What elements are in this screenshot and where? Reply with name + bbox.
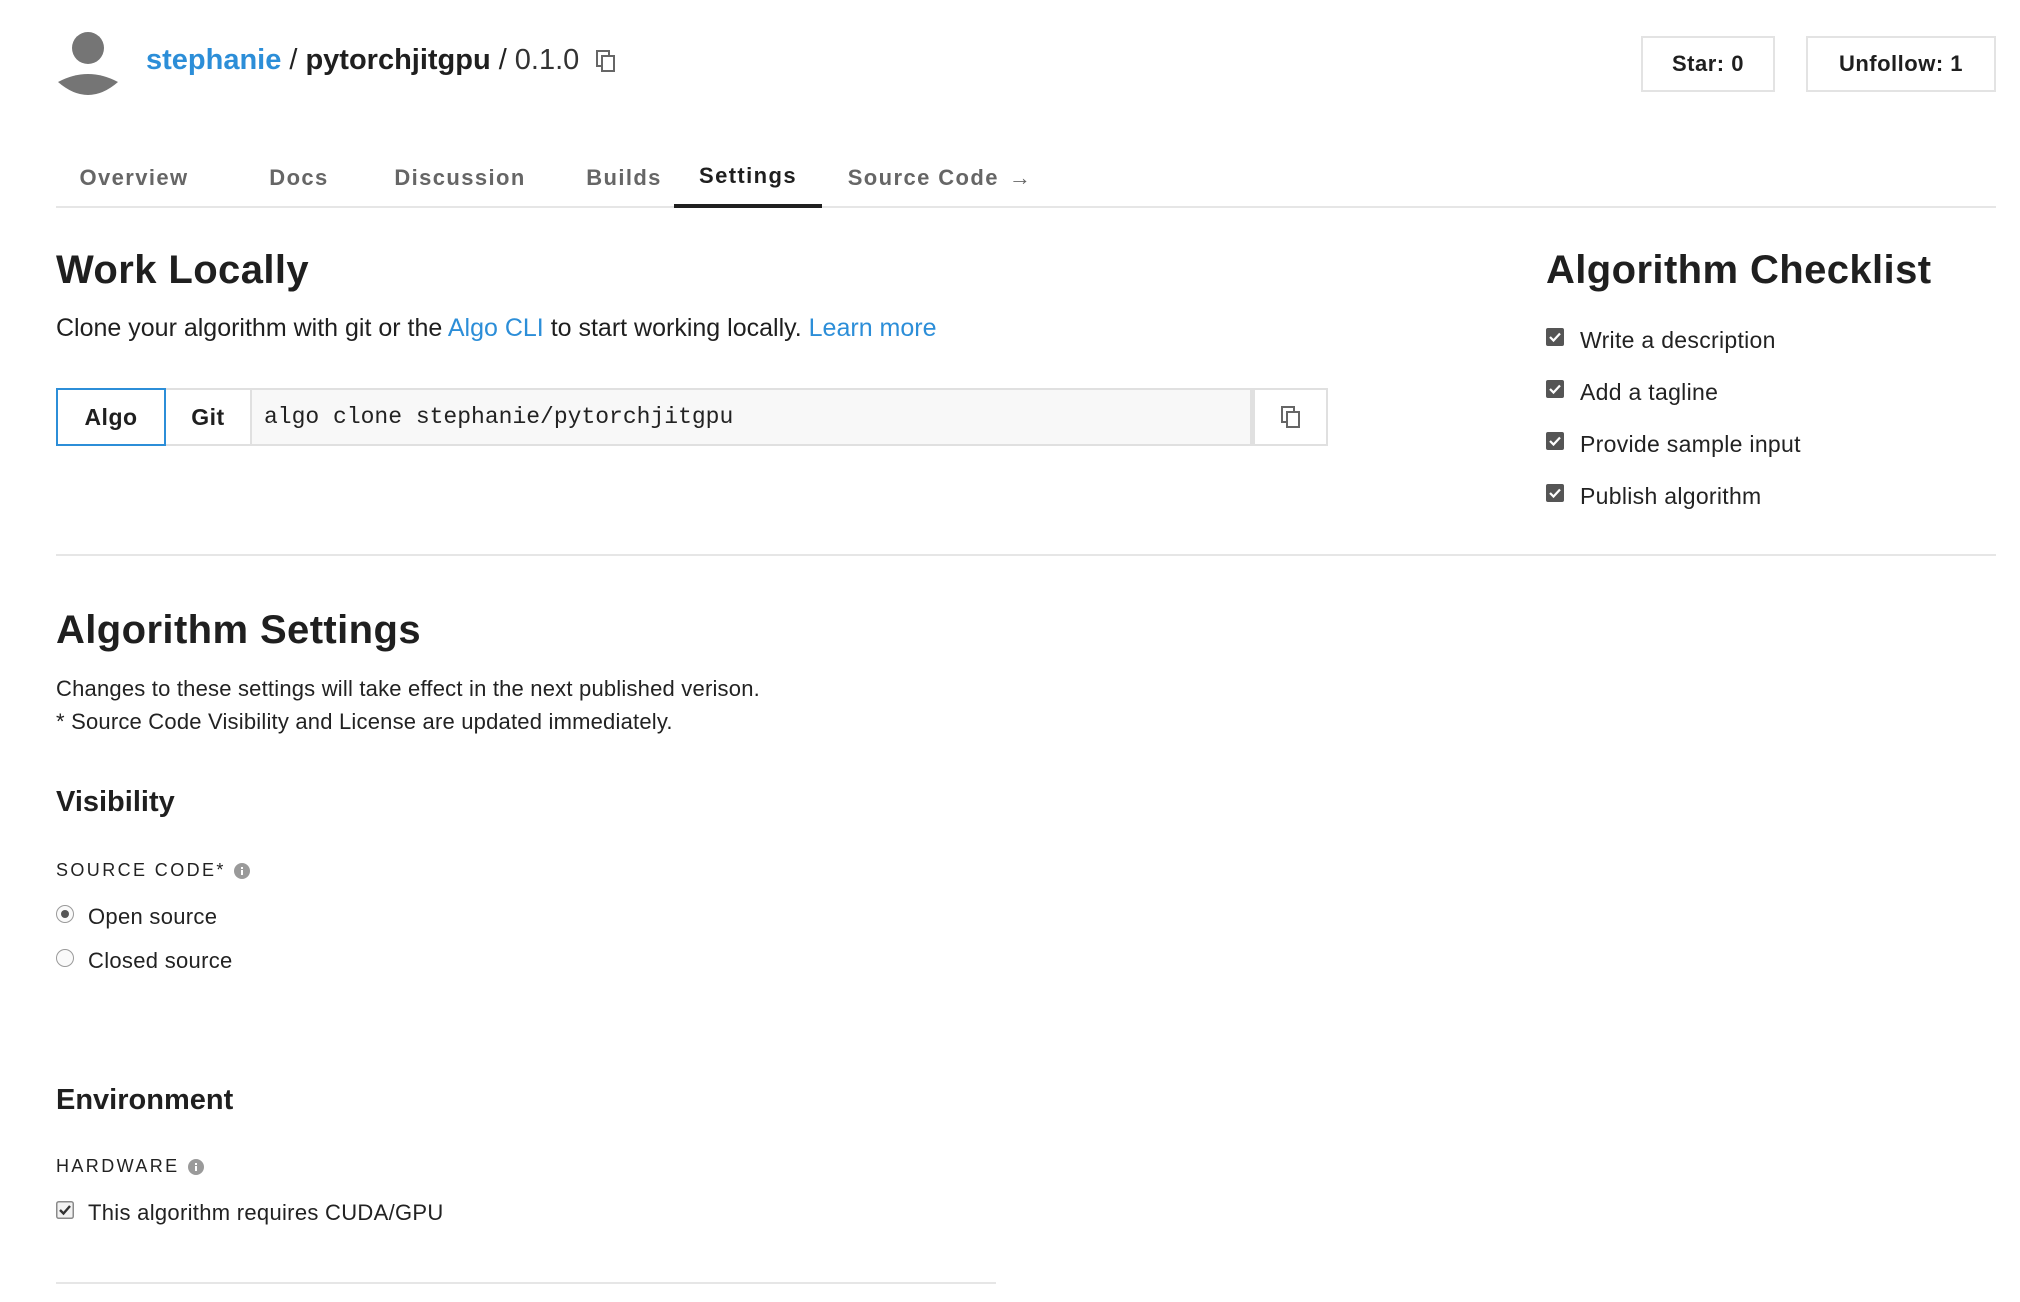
radio-label: Open source — [88, 904, 218, 929]
clone-command-input[interactable] — [252, 388, 1252, 446]
algorithm-settings-title: Algorithm Settings — [56, 608, 421, 652]
tab-settings[interactable]: Settings — [674, 148, 822, 208]
settings-desc-line: Changes to these settings will take effe… — [56, 676, 760, 701]
visibility-title: Visibility — [56, 786, 175, 818]
checkbox-checked-icon — [1546, 328, 1564, 346]
algorithm-settings-description: Changes to these settings will take effe… — [56, 672, 760, 738]
copy-command-button[interactable] — [1252, 388, 1328, 446]
work-locally-description: Clone your algorithm with git or the Alg… — [56, 314, 937, 343]
algo-cli-link[interactable]: Algo CLI — [448, 314, 544, 342]
gpu-checkbox[interactable] — [56, 1201, 74, 1219]
section-divider — [56, 1282, 996, 1284]
unfollow-button[interactable]: Unfollow: 1 — [1806, 36, 1996, 92]
algo-clone-button[interactable]: Algo — [56, 388, 166, 446]
copy-icon[interactable] — [595, 49, 617, 73]
info-icon[interactable] — [233, 862, 250, 879]
section-divider — [56, 554, 1996, 556]
owner-link[interactable]: stephanie — [146, 44, 281, 77]
checklist-item-label: Publish algorithm — [1580, 482, 1762, 509]
copy-icon — [1280, 406, 1300, 428]
source-code-label-text: SOURCE CODE* — [56, 860, 226, 880]
checklist-item-label: Add a tagline — [1580, 378, 1719, 405]
radio-open-source[interactable]: Open source — [56, 904, 217, 930]
user-avatar-icon[interactable] — [56, 32, 120, 98]
checklist-item-label: Provide sample input — [1580, 430, 1801, 457]
tab-discussion[interactable]: Discussion — [374, 148, 546, 208]
work-locally-title: Work Locally — [56, 248, 310, 292]
checklist-item-label: Write a description — [1580, 326, 1776, 353]
radio-label: Closed source — [88, 948, 233, 973]
clone-command-group: Algo Git — [56, 388, 1328, 446]
checklist-item: Add a tagline — [1546, 366, 1801, 418]
hardware-label-text: HARDWARE — [56, 1156, 180, 1176]
learn-more-link[interactable]: Learn more — [809, 314, 937, 342]
arrow-right-icon: → — [1008, 165, 1033, 190]
checklist-item: Provide sample input — [1546, 418, 1801, 470]
checklist-title: Algorithm Checklist — [1546, 248, 1932, 292]
algorithm-version: 0.1.0 — [514, 44, 580, 76]
tab-bar: Overview Docs Discussion Builds Settings… — [56, 148, 1996, 208]
star-button[interactable]: Star: 0 — [1641, 36, 1775, 92]
tab-builds[interactable]: Builds — [562, 148, 686, 208]
gpu-requirement-option[interactable]: This algorithm requires CUDA/GPU — [56, 1200, 444, 1226]
algorithm-name: pytorchjitgpu — [305, 44, 491, 76]
tab-docs[interactable]: Docs — [244, 148, 354, 208]
info-icon[interactable] — [187, 1158, 204, 1175]
checklist: Write a description Add a tagline Provid… — [1546, 314, 1801, 522]
checkbox-checked-icon — [1546, 484, 1564, 502]
gpu-checkbox-label: This algorithm requires CUDA/GPU — [88, 1200, 444, 1225]
breadcrumb-separator: / — [498, 44, 507, 76]
source-code-label: SOURCE CODE* — [56, 860, 250, 881]
work-locally-desc-prefix: Clone your algorithm with git or the — [56, 314, 448, 342]
checklist-item: Write a description — [1546, 314, 1801, 366]
checkbox-checked-icon — [1546, 432, 1564, 450]
settings-desc-line: * Source Code Visibility and License are… — [56, 709, 673, 734]
tab-source-code-label: Source Code — [847, 165, 999, 190]
breadcrumb: stephanie / pytorchjitgpu / 0.1.0 — [146, 44, 617, 77]
radio-button-selected[interactable] — [56, 905, 74, 923]
hardware-label: HARDWARE — [56, 1156, 204, 1177]
work-locally-desc-middle: to start working locally. — [543, 314, 809, 342]
algorithm-header: stephanie / pytorchjitgpu / 0.1.0 Star: … — [56, 28, 1996, 108]
tab-overview[interactable]: Overview — [56, 148, 212, 208]
checkbox-checked-icon — [1546, 380, 1564, 398]
tab-source-code[interactable]: Source Code → — [840, 148, 1040, 208]
git-clone-button[interactable]: Git — [166, 388, 252, 446]
radio-closed-source[interactable]: Closed source — [56, 948, 233, 974]
radio-button[interactable] — [56, 949, 74, 967]
breadcrumb-separator: / — [289, 44, 298, 76]
environment-title: Environment — [56, 1084, 234, 1116]
checklist-item: Publish algorithm — [1546, 470, 1801, 522]
